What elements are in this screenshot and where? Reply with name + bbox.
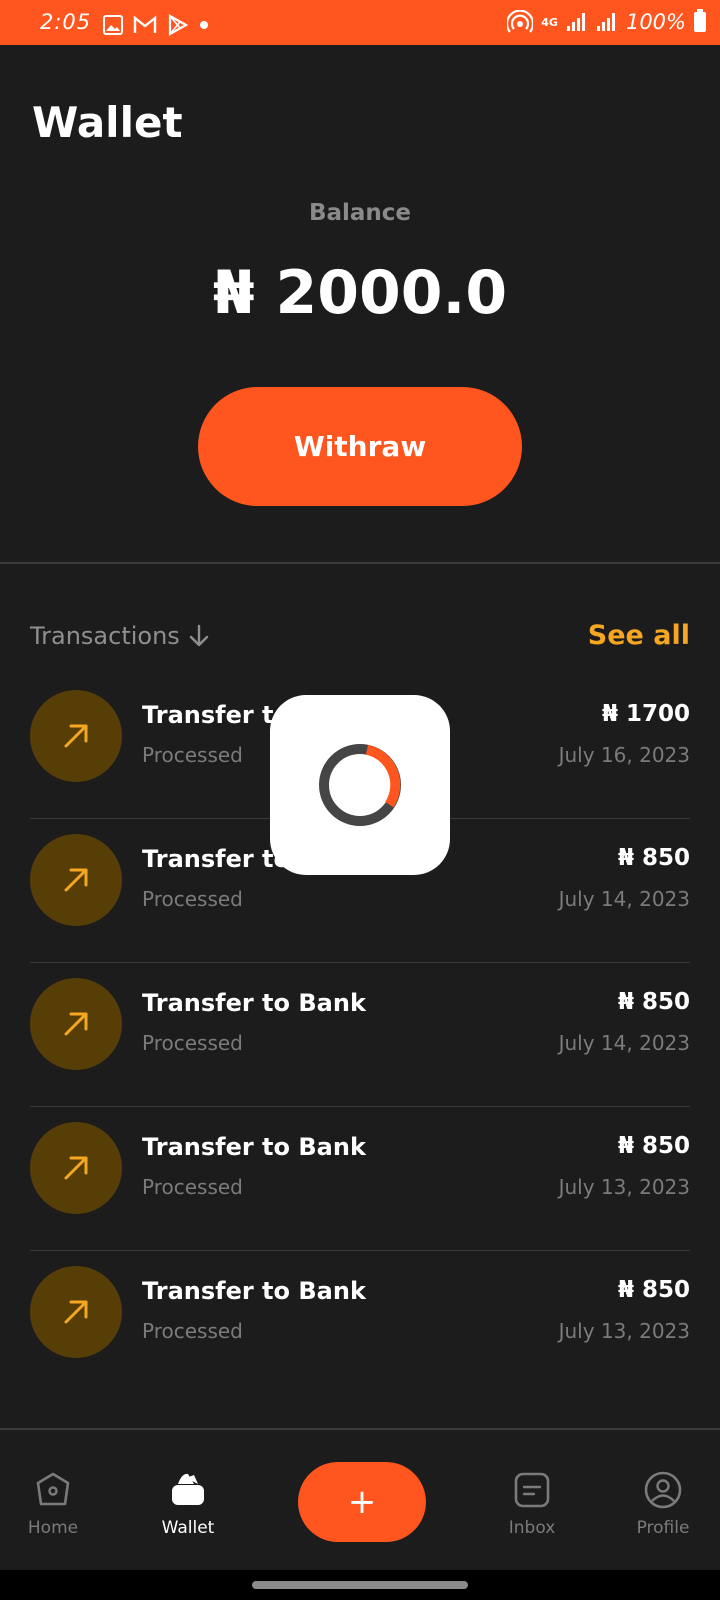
play-store-icon <box>168 14 189 36</box>
home-gesture-pill[interactable] <box>252 1581 468 1589</box>
nav-inbox[interactable]: Inbox <box>477 1470 587 1538</box>
transaction-date: July 14, 2023 <box>558 887 690 911</box>
loading-spinner-icon <box>319 744 401 826</box>
transaction-date: July 13, 2023 <box>558 1175 690 1199</box>
battery-percent: 100% <box>625 10 686 34</box>
balance-amount: ₦ 2000.0 <box>212 258 508 328</box>
nav-wallet-label: Wallet <box>161 1518 215 1538</box>
transaction-amount: ₦ 850 <box>617 845 690 871</box>
plus-icon: + <box>347 1482 377 1522</box>
profile-icon <box>644 1471 682 1509</box>
nav-wallet[interactable]: Wallet <box>133 1470 243 1538</box>
add-button[interactable]: + <box>298 1462 426 1542</box>
transaction-amount: ₦ 850 <box>617 1277 690 1303</box>
status-time: 2:05 <box>40 10 92 34</box>
row-divider <box>30 1106 690 1107</box>
row-divider <box>30 962 690 963</box>
gmail-icon <box>133 15 157 33</box>
arrow-up-right-icon <box>30 1122 122 1214</box>
signal-icon <box>566 13 585 31</box>
arrow-down-icon <box>189 624 209 647</box>
loading-dialog <box>270 695 450 875</box>
withdraw-button[interactable]: Withraw <box>198 387 522 506</box>
section-divider <box>0 562 720 564</box>
transaction-title: Transfer to Bank <box>142 1277 366 1305</box>
arrow-up-right-icon <box>30 1266 122 1358</box>
transaction-amount: ₦ 850 <box>617 989 690 1015</box>
bottom-nav: Home Wallet + Inbox Profile <box>0 1428 720 1572</box>
notification-icons <box>103 14 209 36</box>
transaction-status: Processed <box>142 743 243 767</box>
transaction-date: July 14, 2023 <box>558 1031 690 1055</box>
transaction-date: July 16, 2023 <box>558 743 690 767</box>
transaction-row[interactable]: Transfer to Bank Processed ₦ 850 July 14… <box>30 964 690 1107</box>
page-title: Wallet <box>32 98 183 147</box>
home-icon <box>36 1472 70 1506</box>
battery-icon <box>694 9 706 32</box>
transaction-date: July 13, 2023 <box>558 1319 690 1343</box>
nav-profile[interactable]: Profile <box>608 1470 718 1538</box>
nav-home-label: Home <box>27 1518 79 1538</box>
inbox-icon <box>514 1472 550 1508</box>
balance-label: Balance <box>308 200 412 226</box>
status-bar: 2:05 4G 100% <box>0 0 720 45</box>
nav-profile-label: Profile <box>636 1518 690 1538</box>
transaction-status: Processed <box>142 887 243 911</box>
transactions-header: Transactions <box>30 622 180 650</box>
signal-icon-2 <box>596 13 615 31</box>
nav-inbox-label: Inbox <box>508 1518 556 1538</box>
arrow-up-right-icon <box>30 978 122 1070</box>
network-type: 4G <box>541 15 558 29</box>
see-all-link[interactable]: See all <box>588 620 690 651</box>
row-divider <box>30 1250 690 1251</box>
gallery-icon <box>103 15 123 35</box>
transaction-status: Processed <box>142 1175 243 1199</box>
transaction-title: Transfer to <box>142 701 291 729</box>
transaction-title: Transfer to Bank <box>142 989 366 1017</box>
transaction-row[interactable]: Transfer to Bank Processed ₦ 850 July 13… <box>30 1252 690 1395</box>
transaction-title: Transfer to <box>142 845 291 873</box>
transaction-title: Transfer to Bank <box>142 1133 366 1161</box>
arrow-up-right-icon <box>30 834 122 926</box>
transaction-amount: ₦ 1700 <box>601 701 690 727</box>
dot-icon <box>200 21 208 29</box>
transaction-status: Processed <box>142 1031 243 1055</box>
wallet-icon <box>172 1473 204 1505</box>
gesture-bar <box>0 1570 720 1600</box>
transaction-amount: ₦ 850 <box>617 1133 690 1159</box>
status-right: 4G 100% <box>507 9 706 34</box>
hotspot-icon <box>507 10 534 33</box>
arrow-up-right-icon <box>30 690 122 782</box>
transactions-sort[interactable]: Transactions <box>30 622 210 650</box>
transaction-status: Processed <box>142 1319 243 1343</box>
nav-home[interactable]: Home <box>0 1470 108 1538</box>
transaction-row[interactable]: Transfer to Bank Processed ₦ 850 July 13… <box>30 1108 690 1251</box>
